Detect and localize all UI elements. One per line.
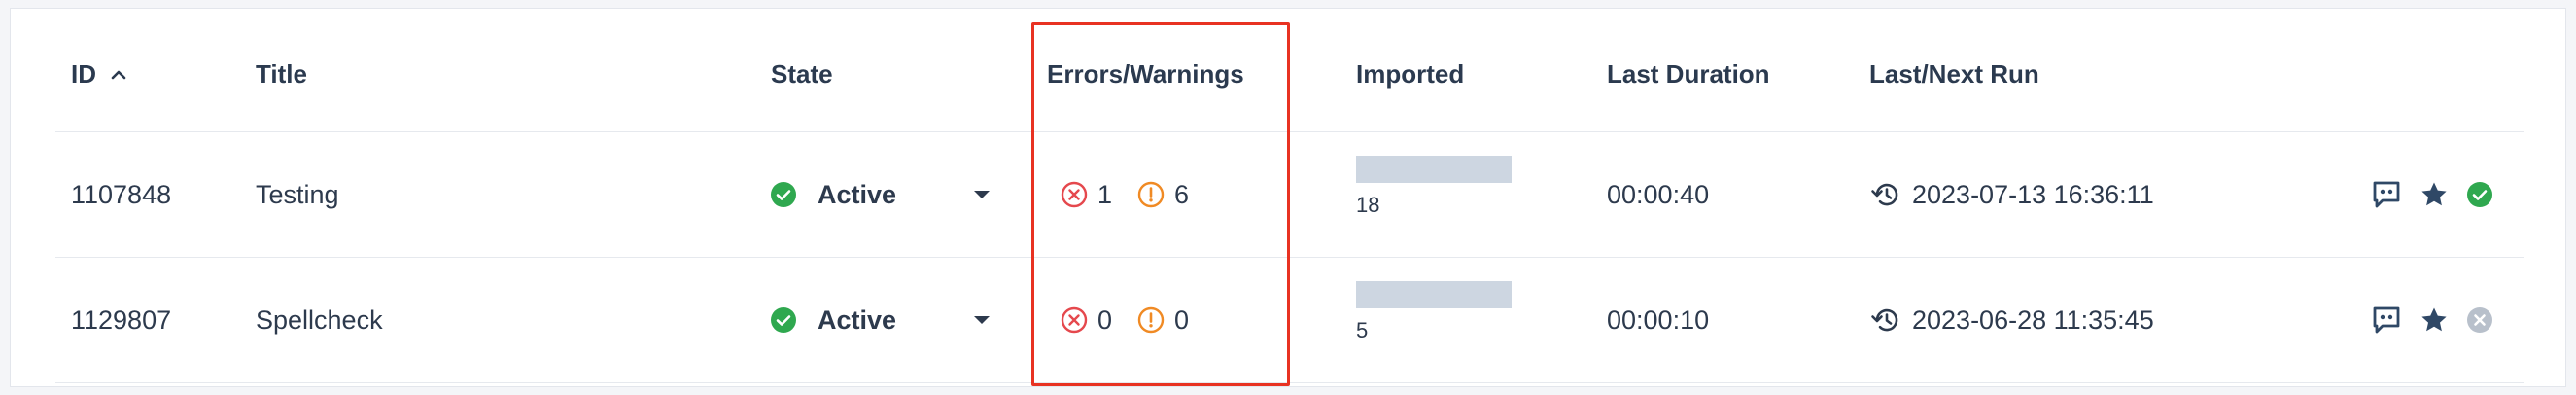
imported-count: 5 — [1356, 318, 1369, 342]
comment-icon[interactable] — [2371, 305, 2402, 335]
status-x-icon — [2466, 306, 2493, 334]
last-run-cell: 2023-07-13 16:36:11 — [1869, 132, 2154, 257]
state-label: Active — [818, 179, 897, 209]
row-actions — [2371, 132, 2511, 257]
row-id: 1129807 — [71, 305, 172, 335]
table-header: ID Title State Errors/Warnings Imported … — [55, 9, 2524, 132]
table-row[interactable]: 1107848 Testing Active 1 6 18 00:00:40 2… — [55, 132, 2524, 258]
column-header-last-duration[interactable]: Last Duration — [1607, 9, 1770, 131]
star-icon[interactable] — [2419, 180, 2449, 209]
table-row[interactable]: 1129807 Spellcheck Active 0 0 5 00:00:10… — [55, 258, 2524, 383]
comment-icon[interactable] — [2371, 180, 2402, 209]
row-title[interactable]: Spellcheck — [256, 258, 383, 382]
jobs-table: ID Title State Errors/Warnings Imported … — [10, 8, 2566, 387]
column-header-state[interactable]: State — [771, 9, 833, 131]
history-icon — [1871, 183, 1898, 206]
state-cell: Active — [771, 132, 992, 257]
column-header-id-label: ID — [71, 58, 96, 89]
row-title[interactable]: Testing — [256, 132, 339, 257]
last-duration: 00:00:10 — [1607, 305, 1710, 335]
imported-count: 18 — [1356, 193, 1380, 217]
imported-progress-bar — [1356, 281, 1512, 308]
last-run-time: 2023-06-28 11:35:45 — [1912, 305, 2154, 335]
history-icon — [1871, 308, 1898, 332]
state-dropdown-icon[interactable] — [972, 314, 992, 326]
row-id: 1107848 — [71, 179, 172, 209]
last-duration: 00:00:40 — [1607, 179, 1710, 209]
last-run-time: 2023-07-13 16:36:11 — [1912, 179, 2154, 209]
row-actions — [2371, 258, 2511, 382]
errors-warnings-highlight-box — [1031, 22, 1290, 386]
column-header-imported[interactable]: Imported — [1356, 9, 1464, 131]
active-check-icon — [771, 307, 796, 333]
active-check-icon — [771, 182, 796, 207]
state-dropdown-icon[interactable] — [972, 189, 992, 200]
state-label: Active — [818, 305, 897, 335]
state-cell: Active — [771, 258, 992, 382]
status-check-icon — [2466, 181, 2493, 208]
star-icon[interactable] — [2419, 305, 2449, 335]
column-header-id[interactable]: ID — [71, 9, 127, 131]
imported-progress-bar — [1356, 156, 1512, 183]
column-header-last-next-run[interactable]: Last/Next Run — [1869, 9, 2039, 131]
last-run-cell: 2023-06-28 11:35:45 — [1869, 258, 2154, 382]
sort-ascending-icon[interactable] — [110, 68, 127, 80]
column-header-title[interactable]: Title — [256, 9, 307, 131]
